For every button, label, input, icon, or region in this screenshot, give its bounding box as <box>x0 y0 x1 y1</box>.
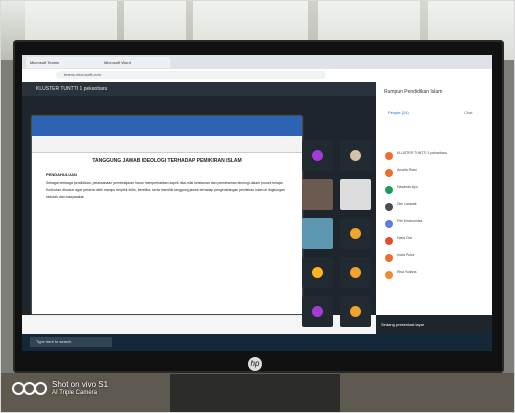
image-frame <box>0 0 515 413</box>
